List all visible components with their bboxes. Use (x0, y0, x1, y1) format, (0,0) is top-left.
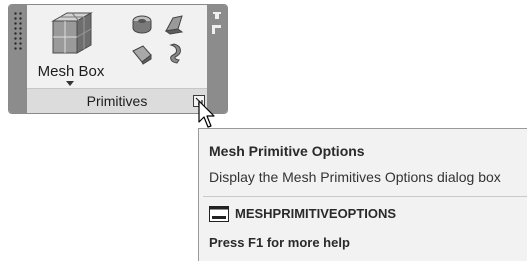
mesh-cylinder-icon[interactable] (131, 13, 153, 35)
panel-grip[interactable] (9, 5, 27, 113)
mesh-wedge-icon[interactable] (163, 13, 185, 35)
tooltip-command: MESHPRIMITIVEOPTIONS (235, 206, 397, 221)
panel-footer: Primitives (27, 88, 207, 113)
cursor-arrow-icon (198, 100, 215, 128)
tooltip-title: Mesh Primitive Options (209, 143, 365, 159)
mesh-torus-icon[interactable] (163, 43, 185, 65)
mesh-cone-icon[interactable] (131, 43, 153, 65)
tooltip-help: Press F1 for more help (209, 235, 350, 250)
tooltip-divider (203, 196, 527, 197)
tooltip: Mesh Primitive Options Display the Mesh … (198, 128, 527, 261)
command-icon (209, 206, 229, 222)
panel-title: Primitives (86, 93, 148, 109)
ribbon-panel-primitives: Mesh Box Primitives (8, 4, 228, 114)
chevron-down-icon[interactable] (66, 81, 74, 86)
mesh-box-label: Mesh Box (37, 63, 105, 80)
panel-side-strip (207, 5, 227, 113)
mesh-box-button[interactable]: Mesh Box (27, 5, 115, 91)
pin-icon[interactable] (212, 11, 222, 21)
mesh-box-icon (51, 12, 93, 54)
float-panel-icon[interactable] (212, 25, 222, 35)
tooltip-description: Display the Mesh Primitives Options dial… (209, 169, 501, 185)
grip-dots-icon (13, 11, 23, 51)
